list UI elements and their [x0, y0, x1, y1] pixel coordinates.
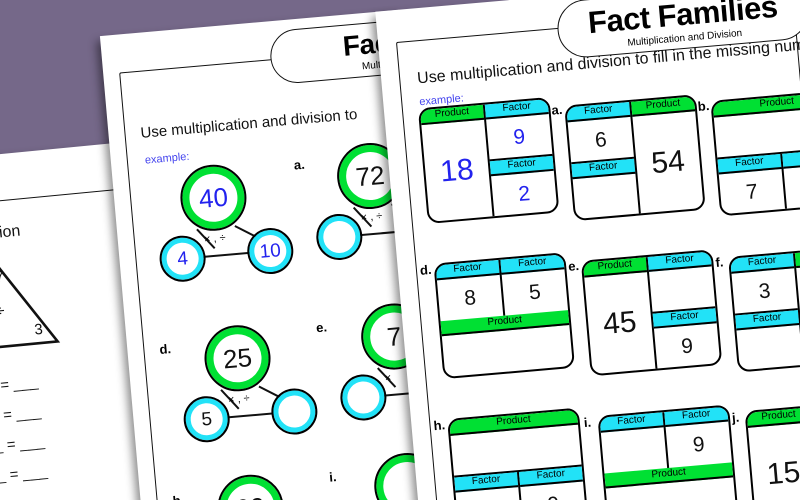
trio-e-operators: ×	[384, 371, 392, 385]
item-letter-e-front: e.	[567, 258, 580, 274]
item-letter-h-front: h.	[432, 417, 446, 434]
trio-e-factor1-circle[interactable]	[338, 372, 389, 423]
fact-box-a-cell-factor1: Factor 6	[566, 101, 634, 162]
fact-box-i-cell-factor2: Factor 9	[662, 406, 732, 469]
item-letter-a-middle: a.	[293, 156, 306, 173]
fact-box-e-col-right: Factor Factor 9	[645, 251, 721, 369]
item-letter-h-middle: h.	[172, 493, 185, 500]
fact-box-d-value-factor2[interactable]: 5	[502, 269, 568, 315]
fact-box-example-col-left: Product 18	[420, 104, 493, 222]
fact-box-b-cell-factor1: Factor 7	[717, 154, 785, 214]
fact-box-f[interactable]: Factor 3 Factor Product 21	[727, 245, 800, 373]
fact-box-d-cell-factor1: Factor 8	[435, 259, 504, 321]
trio-a-operators: × , ÷	[360, 210, 383, 224]
sheet-front[interactable]: Fact Families Multiplication and Divisio…	[375, 0, 800, 500]
fact-box-b[interactable]: Product Factor 7 Factor 7	[710, 89, 800, 217]
item-letter-d-middle: d.	[158, 341, 172, 358]
fact-box-example-cell-factor2: Factor 2	[489, 153, 558, 217]
fact-box-a-col-left: Factor 6 Factor	[566, 101, 639, 220]
fact-box-example-col-right: Factor 9 Factor 2	[482, 99, 558, 217]
item-letter-d-front: d.	[419, 261, 433, 278]
fact-box-b-cell-product: Product	[712, 91, 800, 158]
trio-d-product-circle[interactable]: 25	[201, 322, 274, 395]
fact-box-a-col-right: Product 54	[629, 96, 704, 214]
fact-box-example-value-factor1[interactable]: 9	[486, 114, 552, 159]
fact-box-j[interactable]: Product 15 Factor 3 Factor	[744, 399, 800, 500]
fact-box-e-value-factor2[interactable]: 9	[654, 323, 720, 368]
fact-box-h-cell-factor1: Factor 4	[454, 472, 522, 500]
fact-box-example-value-factor2[interactable]: 2	[491, 171, 557, 216]
trio-a-factor1-circle[interactable]	[314, 212, 365, 262]
fact-box-f-value-factor1[interactable]: 3	[731, 268, 797, 313]
fact-box-e[interactable]: Product 45 Factor Factor 9	[580, 249, 723, 377]
fact-trio-d: 25 × , ÷ 5	[174, 321, 323, 445]
trio-d-factor1-circle[interactable]: 5	[181, 394, 232, 445]
fact-box-a[interactable]: Factor 6 Factor Product 54	[564, 94, 706, 222]
fact-triangle-a: 27 9 3 x, ÷	[0, 249, 62, 361]
worksheet-stack: Use multiplication a. 27 9 3 x, ÷ ____ x…	[0, 0, 800, 500]
fact-box-j-col-left: Product 15	[746, 407, 800, 500]
fact-box-a-value-product[interactable]: 54	[632, 111, 703, 213]
fact-box-d-cell-factor2: Factor 5	[498, 254, 569, 316]
fact-box-example-cell-factor1: Factor 9	[484, 99, 553, 159]
fact-box-f-label-product: Product	[794, 247, 800, 269]
item-letter-e-middle: e.	[315, 319, 328, 336]
fact-box-f-value-factor2[interactable]	[736, 325, 800, 370]
fact-box-h[interactable]: Product Factor 4 Factor 9	[447, 407, 589, 500]
fact-box-e-value-factor1[interactable]	[649, 266, 715, 311]
trio-product-circle[interactable]: 40	[177, 162, 250, 234]
item-letter-f-front: f.	[714, 254, 725, 271]
item-letter-j-front: j.	[731, 409, 740, 426]
fact-box-e-cell-factor1: Factor	[647, 251, 716, 311]
fact-box-a-value-factor2[interactable]	[573, 174, 639, 219]
fact-box-f-cell-factor1: Factor 3	[730, 253, 798, 313]
trio-operators: × , ÷	[203, 231, 227, 246]
fact-box-b-label-factor2: Factor	[782, 148, 800, 169]
fact-box-d-value-factor1[interactable]: 8	[437, 275, 503, 321]
fact-box-i[interactable]: Factor Factor 9 Product	[597, 404, 739, 500]
fact-box-a-value-factor1[interactable]: 6	[568, 117, 634, 162]
item-letter-a-front: a.	[550, 101, 563, 118]
fact-box-a-cell-factor2: Factor	[571, 156, 639, 220]
fact-box-f-cell-factor2: Factor	[734, 308, 800, 371]
fact-box-i-value-factor2[interactable]: 9	[666, 422, 732, 468]
triangle-shape-icon	[0, 258, 61, 354]
fact-box-e-value-product[interactable]: 45	[584, 272, 655, 374]
fact-box-h-cell-factor2: Factor 9	[516, 466, 587, 500]
item-letter-i-front: i.	[583, 414, 592, 431]
trio-h-product-circle[interactable]: 99	[214, 471, 287, 500]
fact-box-example-value-product[interactable]: 18	[421, 120, 492, 222]
fact-box-f-col-left: Factor 3 Factor	[730, 253, 800, 371]
trio-d-operators: × , ÷	[227, 392, 251, 407]
fact-box-j-value-product[interactable]: 15	[748, 422, 800, 500]
fact-trio-example: 40 × , ÷ 4 10	[150, 160, 299, 284]
item-letter-i-middle: i.	[328, 469, 338, 485]
fact-box-example[interactable]: Product 18 Factor 9 Factor 2	[417, 96, 560, 224]
item-letter-b-front: b.	[697, 98, 710, 114]
triangle-right-value: 3	[33, 320, 44, 339]
fact-box-b-value-factor1[interactable]: 7	[719, 169, 785, 214]
fact-box-d[interactable]: Factor 8 Factor 5 Product	[433, 252, 576, 380]
fact-box-d-cell-product: Product	[440, 310, 573, 377]
fact-box-b-value-factor2[interactable]: 7	[784, 163, 800, 208]
fact-box-i-cell-factor1: Factor	[599, 412, 668, 473]
fact-box-e-cell-factor2: Factor 9	[652, 306, 721, 369]
trio-factor1-circle[interactable]: 4	[157, 233, 208, 284]
fact-box-e-col-left: Product 45	[582, 257, 656, 374]
fact-box-i-value-factor1[interactable]	[601, 427, 667, 473]
fact-box-b-factor-row: Factor 7 Factor 7	[717, 146, 800, 215]
